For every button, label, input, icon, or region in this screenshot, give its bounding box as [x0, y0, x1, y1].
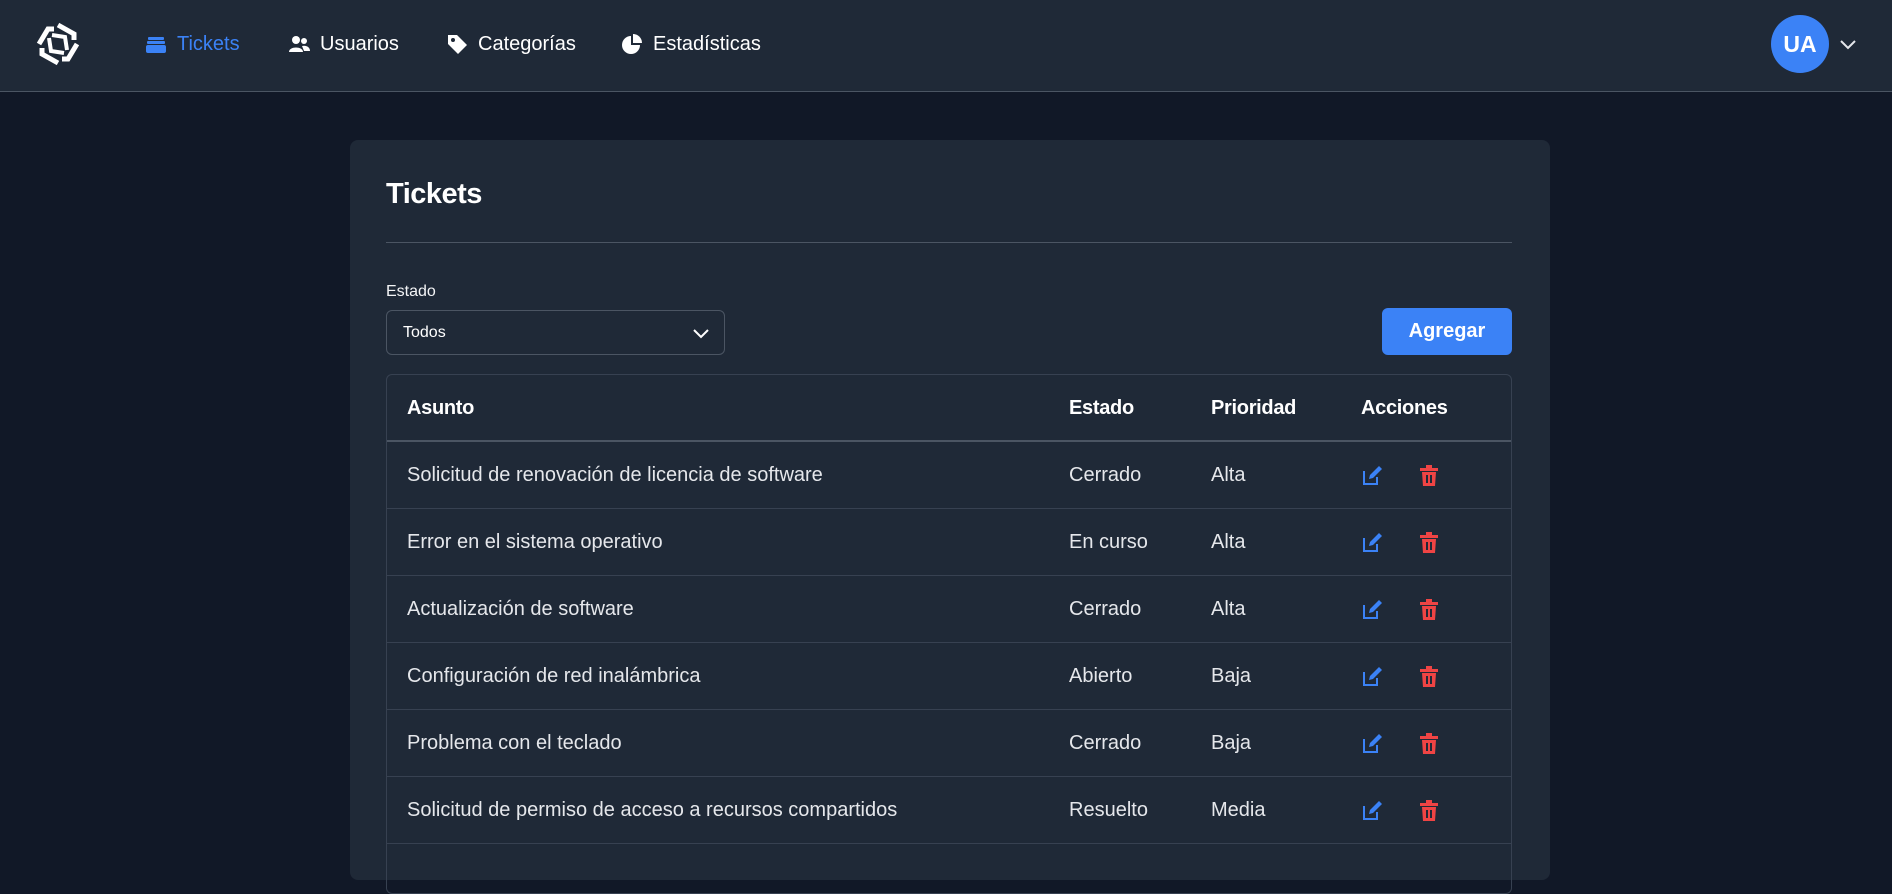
header-priority[interactable]: Prioridad: [1211, 397, 1296, 420]
edit-icon[interactable]: [1361, 465, 1383, 487]
trash-icon[interactable]: [1419, 599, 1439, 621]
tickets-card: Tickets Estado Todos Agregar Asunto Esta…: [350, 140, 1550, 894]
table-row: Solicitud de renovación de licencia de s…: [387, 442, 1511, 509]
edit-icon[interactable]: [1361, 599, 1383, 621]
nav-users-label: Usuarios: [320, 32, 399, 55]
state-filter-select[interactable]: Todos: [386, 310, 725, 355]
state-filter-label: Estado: [386, 283, 436, 300]
trash-icon[interactable]: [1419, 666, 1439, 688]
cell-state: En curso: [1069, 531, 1148, 553]
table-row: Actualización de software Cerrado Alta: [387, 576, 1511, 643]
edit-icon[interactable]: [1361, 800, 1383, 822]
cell-subject: Solicitud de permiso de acceso a recurso…: [407, 799, 898, 821]
cell-state: Cerrado: [1069, 464, 1142, 486]
trash-icon[interactable]: [1419, 733, 1439, 755]
cell-priority: Media: [1211, 799, 1266, 821]
hexagon-logo-icon[interactable]: [34, 20, 82, 68]
edit-icon[interactable]: [1361, 733, 1383, 755]
edit-icon[interactable]: [1361, 666, 1383, 688]
chevron-down-icon: [693, 329, 709, 339]
nav-statistics[interactable]: Estadísticas: [621, 30, 761, 58]
cell-state: Cerrado: [1069, 598, 1142, 620]
users-icon: [289, 36, 310, 52]
cell-subject: Solicitud de renovación de licencia de s…: [407, 464, 823, 486]
cell-priority: Alta: [1211, 464, 1246, 486]
cell-state: Abierto: [1069, 665, 1133, 687]
table-header: Asunto Estado Prioridad Acciones: [387, 375, 1511, 442]
nav-tickets-label: Tickets: [177, 32, 240, 55]
top-navbar: Tickets Usuarios Categorías Estadísticas…: [0, 0, 1892, 92]
table-row: Solicitud de permiso de acceso a recurso…: [387, 777, 1511, 844]
trash-icon[interactable]: [1419, 800, 1439, 822]
cell-subject: Configuración de red inalámbrica: [407, 665, 701, 687]
nav-statistics-label: Estadísticas: [653, 32, 761, 55]
header-subject[interactable]: Asunto: [407, 397, 474, 420]
nav-tickets[interactable]: Tickets: [145, 30, 240, 58]
cell-priority: Baja: [1211, 665, 1252, 687]
nav-categories[interactable]: Categorías: [446, 30, 576, 58]
cell-state: Resuelto: [1069, 799, 1148, 821]
table-row: Error en el sistema operativo En curso Alt…: [387, 509, 1511, 576]
title-divider: [386, 242, 1512, 243]
table-row: Problema con el teclado Cerrado Baja: [387, 710, 1511, 777]
chevron-down-icon[interactable]: [1838, 34, 1858, 54]
cell-priority: Baja: [1211, 732, 1252, 754]
edit-icon[interactable]: [1361, 532, 1383, 554]
user-avatar[interactable]: UA: [1771, 15, 1829, 73]
cell-subject: Actualización de software: [407, 598, 634, 620]
cell-subject: Error en el sistema operativo: [407, 531, 663, 553]
header-actions: Acciones: [1361, 397, 1448, 419]
state-filter-value: Todos: [403, 323, 446, 341]
tickets-table: Asunto Estado Prioridad Acciones Solicit…: [386, 374, 1512, 894]
table-row: Configuración de red inalámbrica Abierto B…: [387, 643, 1511, 710]
trash-icon[interactable]: [1419, 465, 1439, 487]
cell-state: Cerrado: [1069, 732, 1142, 754]
header-state[interactable]: Estado: [1069, 397, 1134, 420]
tag-icon: [448, 35, 467, 54]
cell-priority: Alta: [1211, 598, 1246, 620]
inbox-icon: [146, 37, 166, 53]
add-ticket-button[interactable]: Agregar: [1382, 308, 1512, 355]
cell-priority: Alta: [1211, 531, 1246, 553]
chart-pie-icon: [622, 34, 642, 54]
page-title: Tickets: [386, 178, 482, 210]
nav-categories-label: Categorías: [478, 32, 576, 55]
cell-subject: Problema con el teclado: [407, 732, 622, 754]
nav-users[interactable]: Usuarios: [288, 30, 399, 58]
trash-icon[interactable]: [1419, 532, 1439, 554]
